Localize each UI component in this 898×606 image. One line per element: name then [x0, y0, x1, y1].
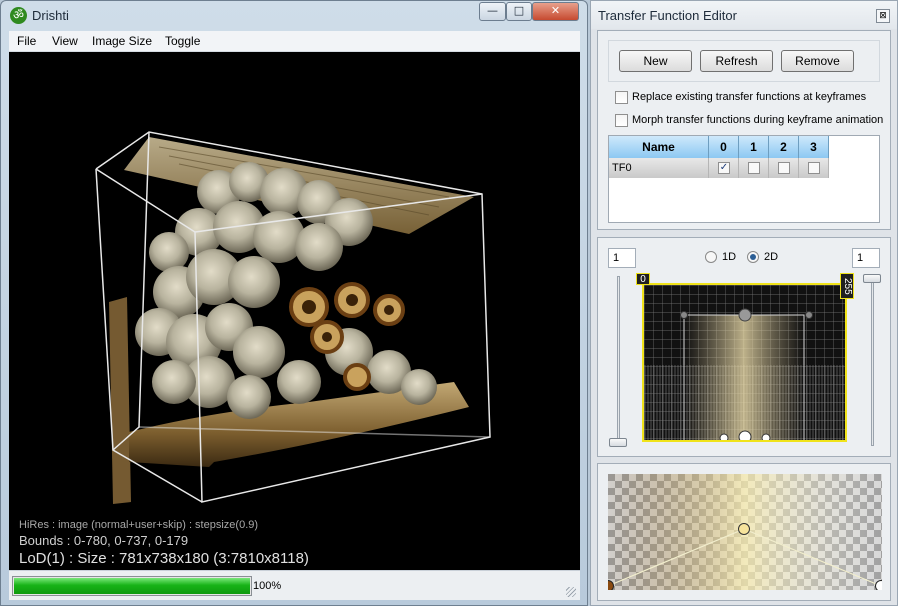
table-cell-2	[769, 158, 799, 178]
volume-render-viewport[interactable]: HiRes : image (normal+user+skip) : steps…	[9, 52, 580, 570]
resize-grip-icon[interactable]	[566, 587, 576, 597]
menu-toggle[interactable]: Toggle	[165, 34, 200, 48]
histogram-2d-canvas[interactable]	[642, 283, 847, 442]
om-icon: ॐ	[10, 7, 27, 24]
opacity-curve-image	[608, 474, 882, 590]
new-button[interactable]: New	[619, 50, 692, 72]
column-header-2[interactable]: 2	[769, 136, 799, 158]
column-header-0[interactable]: 0	[709, 136, 739, 158]
right-slider-handle[interactable]	[863, 274, 881, 283]
drishti-window: ॐ Drishti — □ ✕ File View Image Size Tog…	[0, 0, 588, 606]
mode-1d-label: 1D	[722, 251, 737, 263]
table-cell-1	[739, 158, 769, 178]
set-2-checkbox[interactable]	[778, 162, 790, 174]
minimize-button[interactable]: —	[479, 2, 506, 21]
tfe-title: Transfer Function Editor	[598, 8, 737, 23]
set-0-checkbox[interactable]: ✓	[718, 162, 730, 174]
replace-at-keyframes-label: Replace existing transfer functions at k…	[632, 91, 867, 103]
maximize-button[interactable]: □	[506, 2, 532, 21]
title-bar[interactable]: ॐ Drishti — □ ✕	[1, 1, 587, 29]
progress-label: 100%	[253, 580, 282, 592]
morph-during-animation-checkbox[interactable]	[615, 114, 628, 127]
left-slider-track[interactable]	[617, 276, 620, 446]
left-slider-handle[interactable]	[609, 438, 627, 447]
replace-at-keyframes-checkbox[interactable]	[615, 91, 628, 104]
progress-fill	[14, 578, 250, 594]
bounds-overlay-text: Bounds : 0-780, 0-737, 0-179	[19, 533, 188, 548]
set-3-checkbox[interactable]	[808, 162, 820, 174]
menu-view[interactable]: View	[52, 34, 78, 48]
refresh-button[interactable]: Refresh	[700, 50, 773, 72]
right-spinbox[interactable]: 1	[852, 248, 880, 268]
tfe-title-bar[interactable]: Transfer Function Editor ⊠	[591, 1, 897, 29]
max-range-tag: 255	[840, 273, 854, 299]
mode-1d-radio[interactable]	[705, 251, 717, 263]
min-range-tag: 0	[636, 273, 650, 285]
progress-bar	[12, 576, 252, 596]
close-button[interactable]: ✕	[532, 2, 579, 21]
mode-2d-radio[interactable]	[747, 251, 759, 263]
set-1-checkbox[interactable]	[748, 162, 760, 174]
status-bar: 100%	[9, 570, 580, 600]
mode-2d-label: 2D	[764, 251, 779, 263]
table-cell-3	[799, 158, 829, 178]
remove-button[interactable]: Remove	[781, 50, 854, 72]
table-cell-0: ✓	[709, 158, 739, 178]
column-header-3[interactable]: 3	[799, 136, 829, 158]
column-header-name[interactable]: Name	[609, 136, 709, 158]
opacity-curve-canvas[interactable]	[608, 474, 882, 590]
histogram-2d-image	[644, 285, 845, 440]
transfer-function-editor: Transfer Function Editor ⊠ New Refresh R…	[590, 0, 898, 606]
tfe-close-icon[interactable]: ⊠	[876, 9, 890, 23]
hires-overlay-text: HiRes : image (normal+user+skip) : steps…	[19, 519, 258, 531]
menu-bar: File View Image Size Toggle	[9, 31, 580, 52]
table-row-name[interactable]: TF0	[609, 158, 709, 178]
right-slider-track[interactable]	[871, 276, 874, 446]
column-header-1[interactable]: 1	[739, 136, 769, 158]
tf-2d-editor-panel: 1 1D 2D 1 0 255	[597, 237, 891, 457]
menu-file[interactable]: File	[17, 34, 36, 48]
morph-during-animation-label: Morph transfer functions during keyframe…	[632, 114, 884, 126]
volume-render-image: HiRes : image (normal+user+skip) : steps…	[19, 131, 491, 567]
lod-overlay-text: LoD(1) : Size : 781x738x180 (3:7810x8118…	[19, 550, 309, 567]
left-spinbox[interactable]: 1	[608, 248, 636, 268]
tf-table: Name 0 1 2 3 TF0 ✓	[608, 135, 880, 223]
tf-list-panel: New Refresh Remove Replace existing tran…	[597, 30, 891, 230]
window-title: Drishti	[32, 8, 69, 23]
tf-opacity-panel	[597, 463, 891, 601]
menu-image-size[interactable]: Image Size	[92, 34, 152, 48]
